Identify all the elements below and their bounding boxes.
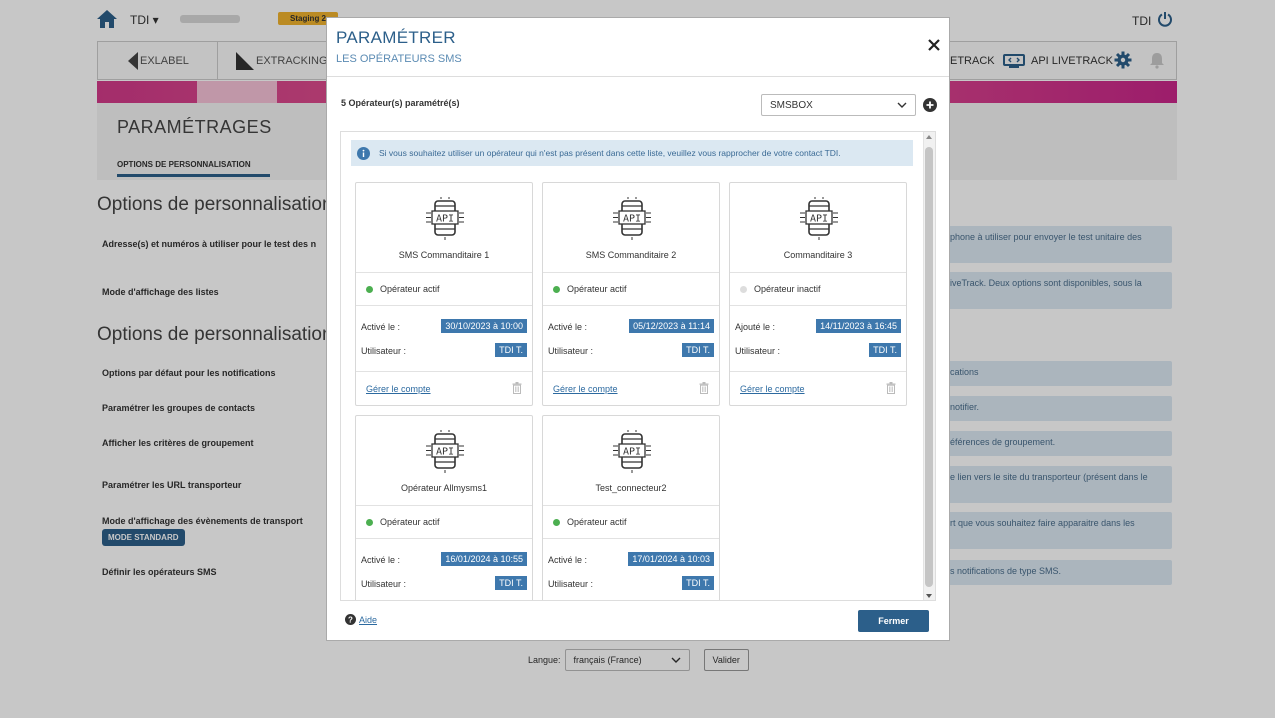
- operator-status-text: Opérateur inactif: [754, 284, 821, 294]
- scroll-down-arrow[interactable]: [926, 594, 932, 598]
- date-badge: 14/11/2023 à 16:45: [816, 319, 901, 333]
- user-label: Utilisateur :: [548, 579, 594, 589]
- operator-card: API Opérateur Allmysms1 Opérateur actif Act…: [355, 415, 533, 600]
- date-badge: 16/01/2024 à 10:55: [441, 552, 527, 566]
- svg-text:API: API: [810, 214, 828, 225]
- operator-card: API SMS Commanditaire 2 Opérateur actif Act…: [542, 182, 720, 406]
- date-label: Activé le :: [361, 555, 401, 565]
- api-phone-icon: API: [426, 430, 464, 473]
- operator-card-header: API Test_connecteur2: [543, 416, 719, 506]
- user-badge: TDI T.: [495, 343, 527, 357]
- sms-operators-modal: PARAMÉTRER LES OPÉRATEURS SMS 5 Opérateu…: [326, 17, 950, 641]
- user-label: Utilisateur :: [361, 346, 407, 356]
- api-phone-icon: API: [800, 197, 838, 240]
- trash-icon[interactable]: [512, 382, 522, 394]
- operator-status-text: Opérateur actif: [380, 284, 440, 294]
- operator-status: Opérateur actif: [356, 506, 532, 539]
- date-badge: 30/10/2023 à 10:00: [441, 319, 527, 333]
- operator-status: Opérateur inactif: [730, 273, 906, 306]
- operator-meta: Activé le : 30/10/2023 à 10:00 Utilisateur…: [356, 306, 532, 372]
- operator-card-footer: Gérer le compte: [356, 372, 532, 405]
- modal-footer: ? Aide Fermer: [327, 602, 949, 640]
- operator-status-text: Opérateur actif: [567, 517, 627, 527]
- operator-card-header: API SMS Commanditaire 2: [543, 183, 719, 273]
- date-badge: 17/01/2024 à 10:03: [628, 552, 714, 566]
- operator-count: 5 Opérateur(s) paramétré(s): [341, 98, 460, 108]
- close-icon[interactable]: [927, 38, 941, 52]
- info-icon: [357, 146, 370, 160]
- info-banner: Si vous souhaitez utiliser un opérateur …: [351, 140, 913, 166]
- svg-text:?: ?: [348, 616, 353, 625]
- svg-text:API: API: [436, 214, 454, 225]
- trash-icon[interactable]: [886, 382, 896, 394]
- api-phone-icon: API: [613, 197, 651, 240]
- date-label: Activé le :: [361, 322, 401, 332]
- date-badge: 05/12/2023 à 11:14: [629, 319, 714, 333]
- user-label: Utilisateur :: [361, 579, 407, 589]
- modal-header: PARAMÉTRER LES OPÉRATEURS SMS: [327, 18, 949, 77]
- date-label: Activé le :: [548, 555, 588, 565]
- operator-card-footer: Gérer le compte: [730, 372, 906, 405]
- status-dot-icon: [740, 285, 747, 293]
- svg-text:API: API: [623, 214, 641, 225]
- operator-card-header: API SMS Commanditaire 1: [356, 183, 532, 273]
- user-badge: TDI T.: [682, 576, 714, 590]
- operator-name: SMS Commanditaire 1: [398, 250, 490, 260]
- scrollbar-thumb[interactable]: [925, 147, 933, 587]
- add-operator-icon[interactable]: [923, 98, 937, 112]
- operator-card: API Commanditaire 3 Opérateur inactif Ajout…: [729, 182, 907, 406]
- operator-name: SMS Commanditaire 2: [585, 250, 677, 260]
- operator-meta: Activé le : 05/12/2023 à 11:14 Utilisateur…: [543, 306, 719, 372]
- status-dot-icon: [553, 285, 560, 293]
- help-icon: ?: [345, 614, 356, 625]
- operators-scroll-area[interactable]: Si vous souhaitez utiliser un opérateur …: [340, 131, 936, 601]
- user-label: Utilisateur :: [548, 346, 594, 356]
- status-dot-icon: [553, 518, 560, 526]
- operator-name: Commanditaire 3: [783, 250, 853, 260]
- api-phone-icon: API: [613, 430, 651, 473]
- operator-status-text: Opérateur actif: [567, 284, 627, 294]
- modal-subtitle: LES OPÉRATEURS SMS: [336, 53, 462, 65]
- operator-card: API Test_connecteur2 Opérateur actif Activé…: [542, 415, 720, 600]
- user-label: Utilisateur :: [735, 346, 781, 356]
- operator-card-footer: Gérer le compte: [543, 372, 719, 405]
- status-dot-icon: [366, 285, 373, 293]
- info-text: Si vous souhaitez utiliser un opérateur …: [379, 148, 841, 158]
- scroll-up-arrow[interactable]: [926, 135, 932, 139]
- manage-account-link[interactable]: Gérer le compte: [740, 384, 805, 394]
- chevron-down-icon: [897, 102, 907, 108]
- operator-select-value: SMSBOX: [770, 99, 813, 111]
- svg-text:API: API: [623, 447, 641, 458]
- manage-account-link[interactable]: Gérer le compte: [553, 384, 618, 394]
- operator-status: Opérateur actif: [356, 273, 532, 306]
- operator-status-text: Opérateur actif: [380, 517, 440, 527]
- svg-text:API: API: [436, 447, 454, 458]
- user-badge: TDI T.: [869, 343, 901, 357]
- operator-status: Opérateur actif: [543, 506, 719, 539]
- scrollbar[interactable]: [923, 132, 935, 600]
- operator-name: Test_connecteur2: [595, 483, 667, 493]
- operator-select[interactable]: SMSBOX: [761, 94, 916, 116]
- operator-meta: Ajouté le : 14/11/2023 à 16:45 Utilisateur…: [730, 306, 906, 372]
- user-badge: TDI T.: [495, 576, 527, 590]
- date-label: Activé le :: [548, 322, 588, 332]
- operator-meta: Activé le : 17/01/2024 à 10:03 Utilisateur…: [543, 539, 719, 600]
- help-link[interactable]: Aide: [359, 615, 377, 625]
- manage-account-link[interactable]: Gérer le compte: [366, 384, 431, 394]
- trash-icon[interactable]: [699, 382, 709, 394]
- user-badge: TDI T.: [682, 343, 714, 357]
- operator-name: Opérateur Allmysms1: [400, 483, 488, 493]
- operator-meta: Activé le : 16/01/2024 à 10:55 Utilisateur…: [356, 539, 532, 600]
- status-dot-icon: [366, 518, 373, 526]
- date-label: Ajouté le :: [735, 322, 776, 332]
- close-button[interactable]: Fermer: [858, 610, 929, 632]
- operator-status: Opérateur actif: [543, 273, 719, 306]
- operator-card-header: API Opérateur Allmysms1: [356, 416, 532, 506]
- modal-title: PARAMÉTRER: [336, 28, 456, 47]
- api-phone-icon: API: [426, 197, 464, 240]
- operator-card-header: API Commanditaire 3: [730, 183, 906, 273]
- operator-card: API SMS Commanditaire 1 Opérateur actif Act…: [355, 182, 533, 406]
